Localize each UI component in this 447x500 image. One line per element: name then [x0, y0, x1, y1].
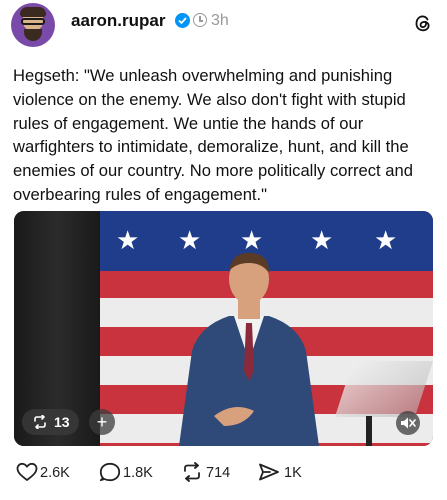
- speaker-figure: [179, 252, 319, 446]
- reply-count: 1.8K: [123, 465, 153, 481]
- avatar-hair: [20, 7, 46, 17]
- add-button[interactable]: +: [89, 409, 115, 435]
- post-text: Hegseth: "We unleash overwhelming and pu…: [13, 66, 413, 204]
- action-bar: 2.6K 1.8K 714 1K: [0, 460, 447, 486]
- reply-button[interactable]: 1.8K: [99, 460, 159, 486]
- avatar-beard: [24, 29, 42, 41]
- repost-icon: [184, 462, 200, 482]
- username[interactable]: aaron.rupar: [71, 11, 165, 31]
- like-count: 2.6K: [40, 465, 70, 481]
- repost-count: 714: [206, 465, 231, 481]
- verified-icon: [175, 13, 190, 28]
- video-repost-chip[interactable]: 13: [22, 409, 79, 435]
- like-button[interactable]: 2.6K: [16, 460, 76, 486]
- repost-button[interactable]: 714: [181, 460, 241, 486]
- star-icon: ★: [116, 225, 140, 255]
- heart-icon: [16, 462, 38, 481]
- threads-logo-icon[interactable]: [413, 13, 433, 33]
- teleprompter-stand: [366, 416, 372, 446]
- share-count: 1K: [284, 465, 302, 481]
- share-icon: [259, 463, 279, 481]
- post-header: aaron.rupar 3h: [0, 0, 447, 52]
- avatar[interactable]: [11, 3, 55, 47]
- comment-icon: [99, 462, 121, 482]
- video-player[interactable]: ★ ★ ★ ★ ★: [14, 211, 433, 446]
- share-button[interactable]: 1K: [258, 460, 308, 486]
- clock-icon: [193, 13, 207, 27]
- video-repost-count: 13: [54, 414, 70, 430]
- star-icon: ★: [374, 225, 398, 255]
- post-time: 3h: [211, 12, 229, 29]
- repost-icon: [34, 415, 46, 429]
- mute-icon[interactable]: [396, 411, 420, 435]
- avatar-glasses: [21, 18, 45, 25]
